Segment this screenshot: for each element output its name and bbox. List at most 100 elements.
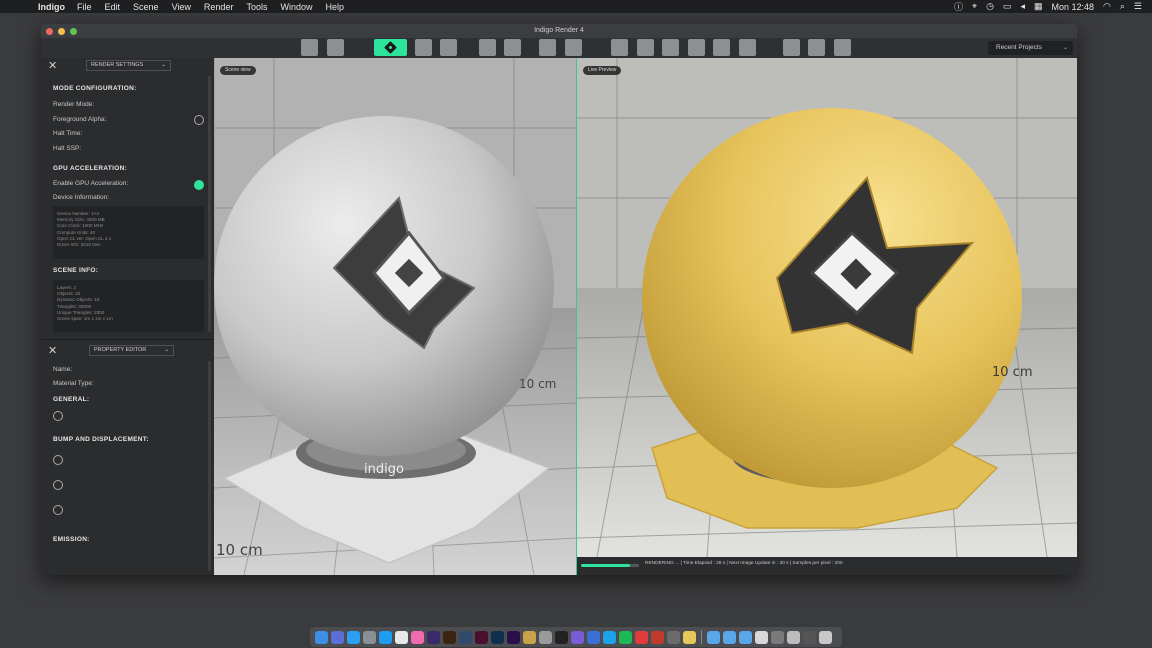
calendar-icon[interactable] [395,630,408,644]
info-icon[interactable]: ⓘ [954,0,963,13]
lightroom-icon[interactable] [459,630,472,644]
app-icon-5[interactable] [667,630,680,644]
flag-icon[interactable]: ▦ [1034,1,1043,12]
recent-projects-select[interactable]: Recent Projects ⌄ [988,41,1073,55]
toolbar-button-3[interactable] [415,39,432,56]
toolbar-button-12[interactable] [688,39,705,56]
toolbar-button-16[interactable] [808,39,825,56]
app-icon-1[interactable] [571,630,584,644]
menu-render[interactable]: Render [204,2,234,12]
stack-icon[interactable] [523,630,536,644]
toolbar-button-11[interactable] [662,39,679,56]
general-radio[interactable] [53,411,63,421]
skype-icon[interactable] [603,630,616,644]
property-editor-select[interactable]: PROPERTY EDITOR ⌄ [89,345,174,356]
rocket-icon[interactable] [363,630,376,644]
itunes-icon[interactable] [411,630,424,644]
folder-icon[interactable] [739,630,752,644]
window-titlebar: Indigo Render 4 [41,24,1077,38]
toolbar-button-13[interactable] [713,39,730,56]
bump-radio-3[interactable] [53,505,63,515]
toolbar-button-10[interactable] [637,39,654,56]
terminal-icon[interactable] [555,630,568,644]
property-editor-select-label: PROPERTY EDITOR [94,347,147,353]
toolbar-button-4[interactable] [440,39,457,56]
toolbar-button-17[interactable] [834,39,851,56]
device-information-box: Device Number: 1×2 Memory Size: 4000 MB … [53,206,204,259]
render-settings-scrollbar[interactable] [208,76,211,332]
premiere-icon[interactable] [507,630,520,644]
bump-displacement-title: BUMP AND DISPLACEMENT: [53,436,149,443]
menu-window[interactable]: Window [280,2,312,12]
screenshot-icon[interactable] [787,630,800,644]
menu-edit[interactable]: Edit [105,2,121,12]
illustrator-icon[interactable] [443,630,456,644]
close-icon[interactable]: ✕ [48,344,57,357]
enable-gpu-label: Enable GPU Acceleration: [53,180,129,187]
foreground-alpha-radio[interactable] [194,115,204,125]
render-status-text: RENDERING ... | Time Elapsed : 28 s | Ne… [645,561,843,566]
finder-icon[interactable] [315,630,328,644]
toolbar-button-15[interactable] [783,39,800,56]
scene-info-box: Layers: 2 Objects: 33 Dynamic Objects: 1… [53,280,204,332]
spotify-icon[interactable] [619,630,632,644]
toolbar-button-5[interactable] [479,39,496,56]
bump-radio-1[interactable] [53,455,63,465]
app-icon-4[interactable] [651,630,664,644]
foreground-alpha-label: Foreground Alpha: [53,116,107,123]
property-editor-scrollbar[interactable] [208,361,211,571]
live-preview-viewport[interactable]: indigo 10 cm Live Preview [577,58,1077,557]
photoshop-icon[interactable] [491,630,504,644]
launchpad-icon[interactable] [331,630,344,644]
chevron-down-icon: ⌄ [161,62,166,68]
menu-tools[interactable]: Tools [246,2,267,12]
document-icon[interactable] [771,630,784,644]
window-minimize-button[interactable] [58,28,65,35]
render-settings-header: ✕ RENDER SETTINGS ⌄ [41,59,213,73]
menu-help[interactable]: Help [325,2,344,12]
toolbar-button-8[interactable] [565,39,582,56]
menu-file[interactable]: File [77,2,92,12]
indigo-dock-icon[interactable] [683,630,696,644]
window-zoom-button[interactable] [70,28,77,35]
app-store-icon[interactable] [379,630,392,644]
folder-icon[interactable] [707,630,720,644]
toolbar-button-1[interactable] [301,39,318,56]
clock-text[interactable]: Mon 12:48 [1051,2,1094,12]
trash-icon[interactable] [819,630,832,644]
toolbar-button-9[interactable] [611,39,628,56]
indesign-icon[interactable] [475,630,488,644]
safari-icon[interactable] [347,630,360,644]
airplay-icon[interactable]: ▭ [1003,1,1012,12]
spotlight-icon[interactable]: ⌕ [1120,1,1125,12]
toolbar-button-2[interactable] [327,39,344,56]
volume-icon[interactable]: ◂ [1020,1,1025,12]
system-preferences-icon[interactable] [539,630,552,644]
scene-viewport[interactable]: indigo 10 cm 10 cm Scene view [214,58,576,575]
app-icon-3[interactable] [635,630,648,644]
document-icon[interactable] [803,630,816,644]
window-close-button[interactable] [46,28,53,35]
enable-gpu-toggle[interactable] [194,180,204,190]
crosshair-icon[interactable]: ⌖ [972,1,977,12]
toolbar-button-14[interactable] [739,39,756,56]
menubar-status-area: ⓘ ⌖ ◷ ▭ ◂ ▦ Mon 12:48 ◠ ⌕ ☰ [954,0,1142,13]
menu-app-name[interactable]: Indigo [38,2,65,12]
wifi-icon[interactable]: ◠ [1103,1,1111,12]
toolbar-button-7[interactable] [539,39,556,56]
menu-view[interactable]: View [172,2,191,12]
time-machine-icon[interactable]: ◷ [986,1,994,12]
mode-configuration-title: MODE CONFIGURATION: [53,85,137,92]
toolbar-button-6[interactable] [504,39,521,56]
document-icon[interactable] [755,630,768,644]
folder-icon[interactable] [723,630,736,644]
notification-center-icon[interactable]: ☰ [1134,1,1142,12]
menu-scene[interactable]: Scene [133,2,159,12]
bump-radio-2[interactable] [53,480,63,490]
render-settings-select[interactable]: RENDER SETTINGS ⌄ [86,60,171,71]
close-icon[interactable]: ✕ [48,59,57,72]
panel-divider [41,339,213,340]
render-toggle-button[interactable] [374,39,407,56]
app-icon-2[interactable] [587,630,600,644]
after-effects-icon[interactable] [427,630,440,644]
